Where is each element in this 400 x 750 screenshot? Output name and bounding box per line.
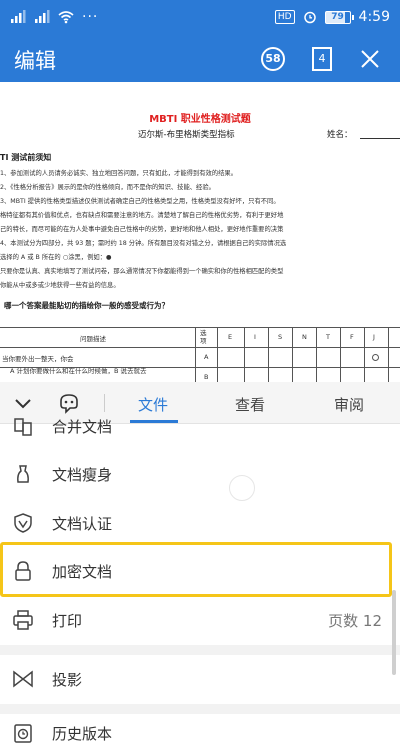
menu-item-label: 打印 bbox=[52, 612, 83, 630]
table-header-desc: 问题描述 bbox=[80, 335, 106, 343]
table-col-header: N bbox=[302, 333, 307, 341]
doc-line: 2、《性格分析报告》展示的是你的性格倾向，而不是你的知识、技能、经验。 bbox=[0, 184, 215, 191]
doc-subtitle: 迈尔斯-布里格斯类型指标 bbox=[138, 130, 235, 140]
title-bar: 编辑 58 4 bbox=[0, 36, 400, 82]
doc-title: MBTI 职业性格测试题 bbox=[149, 114, 251, 125]
app-root: ··· HD 79 4:59 编辑 58 4 MBTI 职业性格测试题 迈尔斯-… bbox=[0, 0, 400, 750]
toolbar-divider bbox=[104, 394, 105, 412]
merge-icon bbox=[14, 418, 32, 436]
projection-icon bbox=[13, 670, 33, 688]
menu-item-label: 投影 bbox=[52, 671, 83, 689]
menu-item-label: 历史版本 bbox=[52, 725, 113, 743]
doc-line: 4、本测试分为四部分，共 93 题；需时约 18 分钟。所有题目没有对错之分，请… bbox=[0, 240, 287, 247]
table-col-header: I bbox=[254, 333, 256, 341]
doc-line: 1、参加测试的人员请务必诚实、独立地回答问题，只有如此，才能得到有效的结果。 bbox=[0, 170, 237, 177]
signal-icon bbox=[35, 10, 50, 23]
comments-count-button[interactable]: 58 bbox=[261, 47, 285, 71]
doc-line: 己的特长，而尽可能的在为人处事中避免自己性格中的劣势，更好地和他人相处，更好地作… bbox=[0, 226, 284, 233]
doc-line: 格特征都有其价值和优点，也有缺点和需要注意的地方。清楚地了解自己的性格优劣势，有… bbox=[0, 212, 284, 219]
table-col-header: J bbox=[373, 333, 375, 341]
doc-line: 只要你是认真、真实地填写了测试问卷，那么通常情况下你都能得到一个确实和你的性格相… bbox=[0, 268, 284, 275]
notification-dots-icon: ··· bbox=[82, 9, 99, 25]
menu-item-slim[interactable]: 文档瘦身 bbox=[0, 450, 400, 499]
table-header-option: 选项 bbox=[200, 329, 207, 345]
doc-name-label: 姓名： bbox=[327, 130, 353, 140]
table-row-text: A 计划你要做什么和在什么时候做，B 说去就去 bbox=[10, 367, 147, 375]
answer-circle[interactable] bbox=[372, 354, 379, 361]
certify-icon bbox=[14, 513, 32, 533]
signal-icon bbox=[11, 10, 26, 23]
menu-divider bbox=[0, 645, 400, 655]
page-count-button[interactable]: 4 bbox=[312, 47, 332, 71]
doc-name-line bbox=[360, 138, 400, 139]
table-row-text: 当你要外出一整天，你会 bbox=[2, 355, 74, 363]
question-table: 问题描述 选项 E I S N T F J 当你要外出一整天，你会 A 计划你要… bbox=[0, 327, 400, 382]
menu-item-print[interactable]: 打印 页数 12 bbox=[0, 596, 400, 645]
menu-scrollbar[interactable] bbox=[392, 590, 396, 675]
doc-question: 哪一个答案最能贴切的描绘你一般的感受或行为？ bbox=[4, 301, 169, 310]
chevron-down-icon[interactable] bbox=[12, 392, 34, 414]
tab-file[interactable]: 文件 bbox=[138, 394, 168, 415]
menu-item-label: 文档认证 bbox=[52, 515, 113, 533]
status-right: HD 79 4:59 bbox=[274, 9, 390, 25]
print-page-count: 页数 12 bbox=[328, 612, 382, 630]
menu-item-merge[interactable]: 合并文档 bbox=[0, 416, 400, 450]
print-icon bbox=[13, 610, 33, 630]
menu-item-label: 文档瘦身 bbox=[52, 466, 113, 484]
menu-item-label: 合并文档 bbox=[52, 418, 113, 436]
battery-icon: 79 bbox=[324, 10, 354, 24]
status-left: ··· bbox=[10, 9, 98, 25]
menu-item-certify[interactable]: 文档认证 bbox=[0, 499, 400, 548]
doc-heading: TI 测试前须知 bbox=[0, 153, 52, 162]
alarm-icon bbox=[303, 11, 316, 24]
tab-view[interactable]: 查看 bbox=[235, 394, 265, 415]
menu-item-projection[interactable]: 投影 bbox=[0, 655, 400, 704]
status-bar: ··· HD 79 4:59 bbox=[0, 0, 400, 36]
table-col-header: E bbox=[228, 333, 233, 341]
page-title: 编辑 bbox=[14, 49, 56, 73]
table-row-a: A bbox=[204, 353, 209, 361]
assistant-icon[interactable] bbox=[58, 392, 80, 414]
close-icon[interactable] bbox=[360, 49, 380, 69]
selected-item-highlight bbox=[0, 542, 392, 597]
table-col-header: S bbox=[278, 333, 283, 341]
status-time: 4:59 bbox=[358, 9, 390, 25]
document-preview[interactable]: MBTI 职业性格测试题 迈尔斯-布里格斯类型指标 姓名： TI 测试前须知 1… bbox=[0, 82, 400, 382]
slim-icon bbox=[17, 465, 29, 483]
touch-indicator bbox=[229, 475, 255, 501]
history-icon bbox=[14, 724, 32, 743]
doc-line: 你能从中或多或少地获得一些有益的信息。 bbox=[0, 282, 120, 289]
table-row-b: B bbox=[204, 373, 209, 381]
battery-level: 79 bbox=[331, 11, 344, 22]
hd-badge: HD bbox=[274, 10, 295, 24]
tab-review[interactable]: 审阅 bbox=[334, 394, 364, 415]
table-col-header: T bbox=[326, 333, 330, 341]
doc-line: 3、MBTI 提供的性格类型描述仅供测试者确定自己的性格类型之用，性格类型没有好… bbox=[0, 198, 280, 205]
table-col-header: F bbox=[350, 333, 354, 341]
wifi-icon bbox=[58, 11, 74, 24]
menu-item-history[interactable]: 历史版本 bbox=[0, 709, 400, 750]
doc-line: 选择的 A 或 B 所在的 ○涂黑，例如：● bbox=[0, 254, 112, 261]
